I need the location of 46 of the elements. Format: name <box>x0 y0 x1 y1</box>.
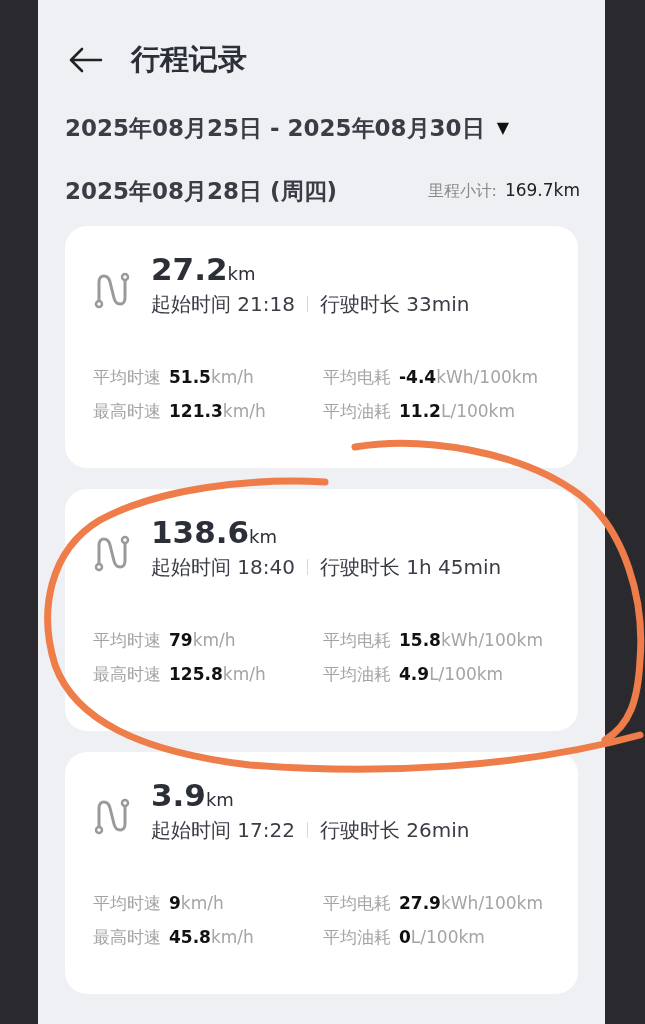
drive-duration: 行驶时长 1h 45min <box>320 554 502 581</box>
stat-value: 51.5km/h <box>169 366 254 389</box>
stat-label: 平均电耗 <box>323 366 391 389</box>
trip-distance: 3.9km <box>151 780 235 811</box>
stat-label: 最高时速 <box>93 662 161 686</box>
start-time: 起始时间 17:22 <box>151 817 295 844</box>
stat-label: 平均时速 <box>93 629 161 652</box>
stat-value: 11.2L/100km <box>399 399 515 423</box>
stat-value: 27.9kWh/100km <box>399 892 543 915</box>
trip-distance: 27.2 km <box>151 254 257 285</box>
back-arrow-icon[interactable] <box>69 47 103 73</box>
stat-value: 45.8km/h <box>169 925 254 949</box>
stat-label: 最高时速 <box>93 399 161 423</box>
start-time: 起始时间 18:40 <box>151 554 295 581</box>
day-date: 2025年08月28日 (周四) <box>65 176 338 206</box>
route-icon <box>93 796 131 836</box>
stat-value: 125.8km/h <box>169 662 266 686</box>
trip-distance: 138.6km <box>151 517 279 548</box>
stat-label: 平均电耗 <box>323 892 391 915</box>
date-range[interactable]: 2025年08月25日 - 2025年08月30日 <box>65 111 485 146</box>
subtotal-label: 里程小计: <box>427 179 497 202</box>
stat-label: 平均油耗 <box>323 662 391 686</box>
drive-duration: 行驶时长 33min <box>320 291 470 318</box>
drive-duration: 行驶时长 26min <box>320 817 470 844</box>
trip-card[interactable]: 138.6km 起始时间 18:40 行驶时长 1h 45min 平均时速 79km/h 平均电耗 15.8kWh/100km 最高时速 125.8km/h 平均油耗 4.9L/100km <box>65 489 578 731</box>
trip-card[interactable]: 3.9km 起始时间 17:22 行驶时长 26min 平均时速 9km/h 平均电耗 27.9kWh/100km 最高时速 45.8km/h 平均油耗 0L/100km <box>65 752 578 994</box>
stat-value: 79km/h <box>169 629 236 652</box>
stat-value: 9km/h <box>169 892 224 915</box>
trip-card[interactable]: 27.2 km 起始时间 21:18 行驶时长 33min 平均时速 51.5km/h 平均电耗 -4.4kWh/100km 最高时速 121.3km/h 平均油耗 11.2L/100km <box>65 226 578 468</box>
stat-label: 平均时速 <box>93 366 161 389</box>
subtotal-value: 169.7km <box>504 179 580 202</box>
stat-value: 15.8kWh/100km <box>399 629 543 652</box>
stat-value: 4.9L/100km <box>399 662 504 686</box>
page-title: 行程记录 <box>131 41 247 79</box>
dropdown-caret[interactable]: ▼ <box>496 116 509 141</box>
stat-label: 最高时速 <box>93 925 161 949</box>
stat-label: 平均电耗 <box>323 629 391 652</box>
stat-value: 121.3km/h <box>169 399 266 423</box>
route-icon <box>93 270 131 310</box>
route-icon <box>93 533 131 573</box>
stat-value: -4.4kWh/100km <box>399 366 539 389</box>
stat-label: 平均油耗 <box>323 925 391 949</box>
stat-label: 平均油耗 <box>323 399 391 423</box>
stat-label: 平均时速 <box>93 892 161 915</box>
start-time: 起始时间 21:18 <box>151 291 295 318</box>
stat-value: 0L/100km <box>399 925 485 949</box>
